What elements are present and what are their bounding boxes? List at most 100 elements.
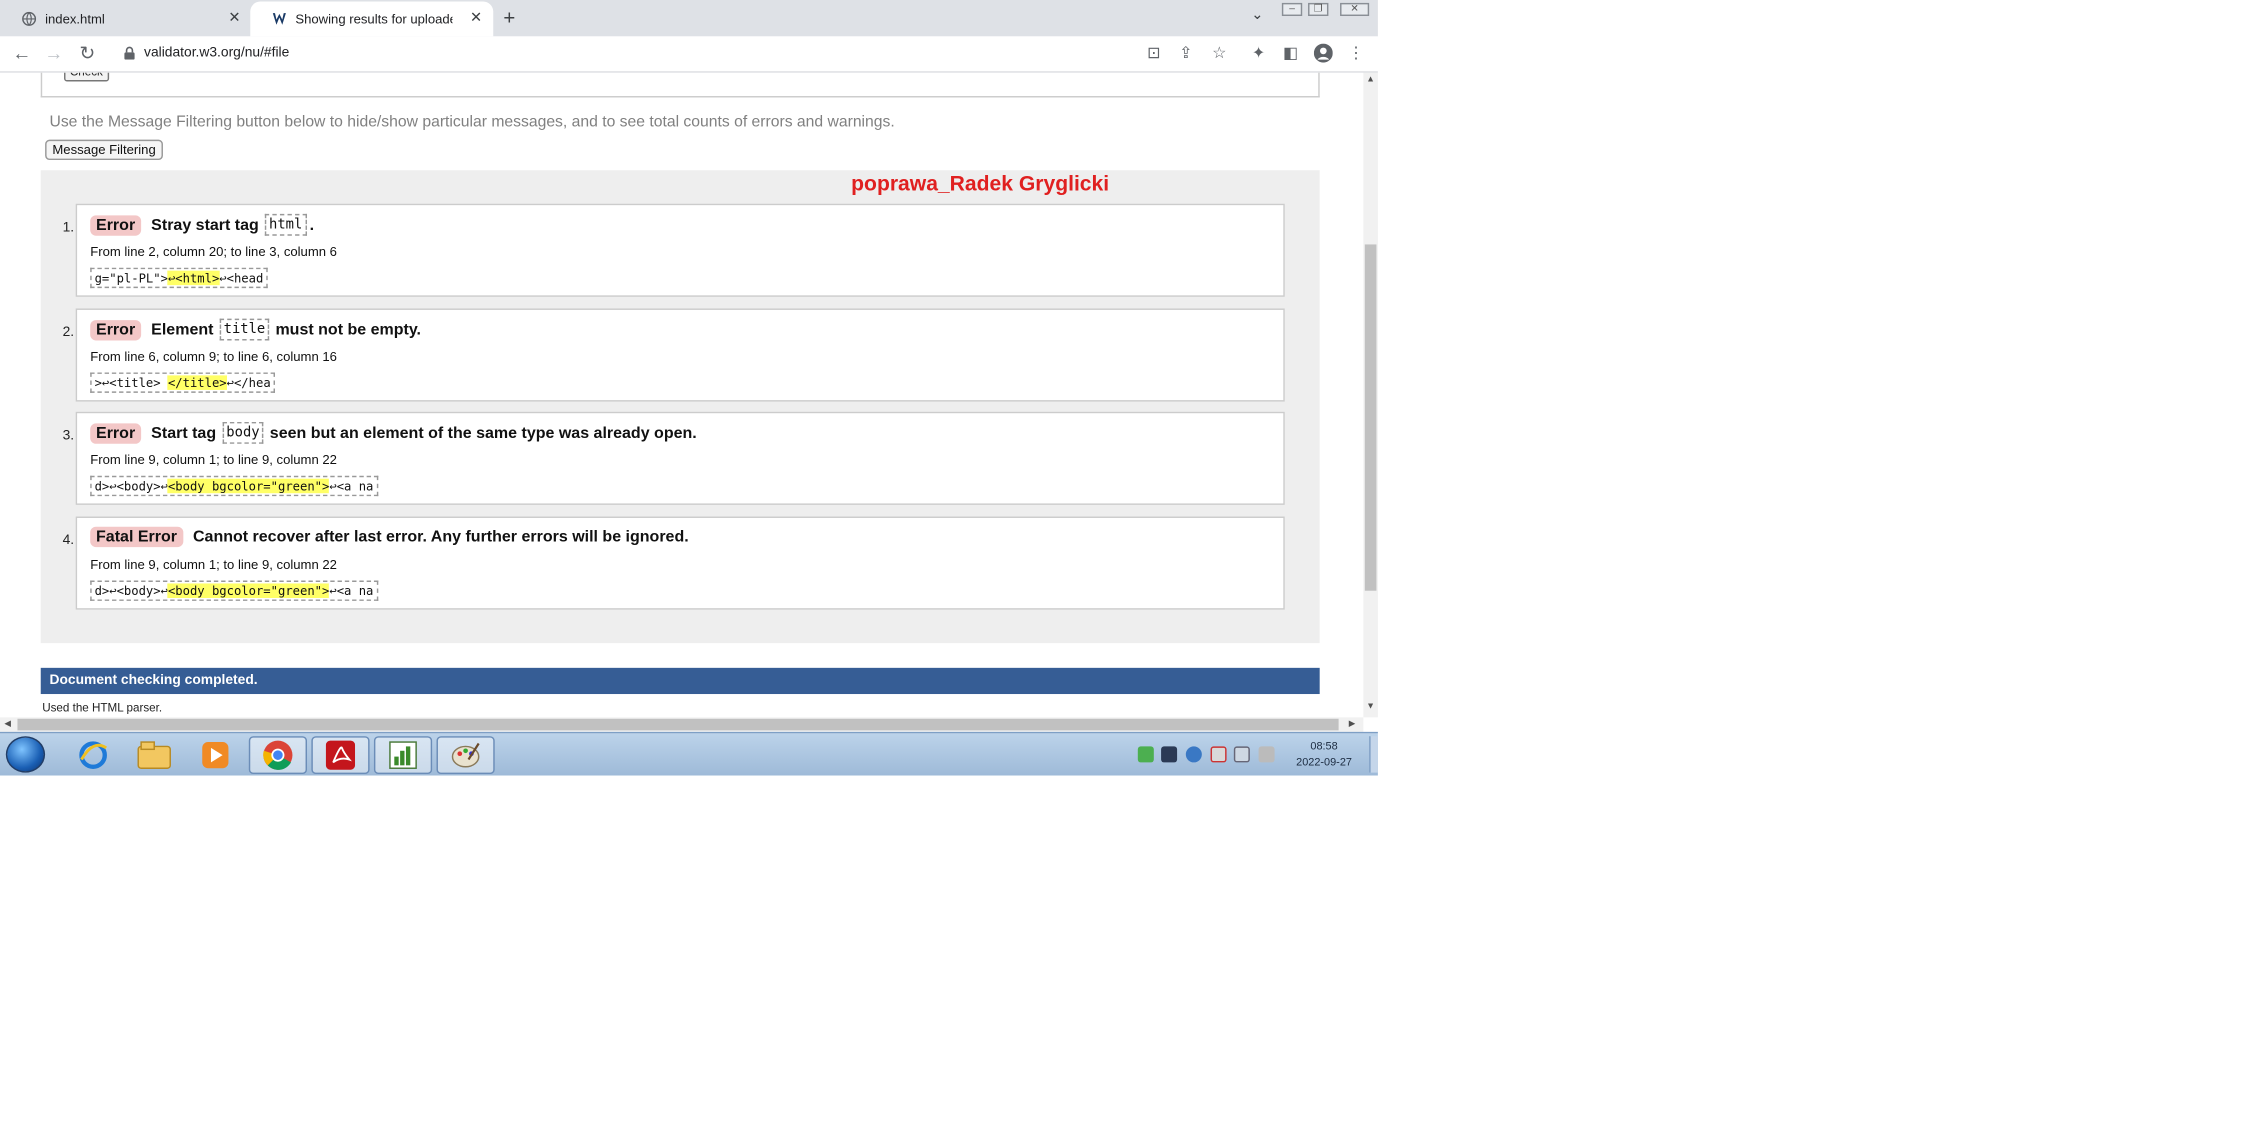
horizontal-scrollbar[interactable]: ◀ ▶ [0,717,1364,732]
message-code: html [264,213,307,236]
message-code: body [221,421,264,444]
close-window-icon[interactable]: ✕ [1340,2,1370,17]
chrome-icon[interactable] [248,736,308,775]
message-text-suffix: . [309,216,315,234]
error-badge: Error [90,422,141,444]
system-clock[interactable]: 08:58 2022-09-27 [1280,738,1367,770]
message-location: From line 2, column 20; to line 3, colum… [90,244,337,259]
browser-menu-icon[interactable]: ⋮ [1346,44,1366,64]
scroll-left-arrow-icon[interactable]: ◀ [4,719,11,729]
url-text: validator.w3.org/nu/#file [144,45,290,62]
file-explorer-icon[interactable] [125,736,183,774]
tab-index-html[interactable]: index.html ✕ [0,1,250,36]
scroll-right-arrow-icon[interactable]: ▶ [1349,719,1356,729]
forward-arrow-icon[interactable]: → [42,42,65,64]
media-player-icon[interactable] [186,736,244,774]
message-heading: Error Element title must not be empty. [90,318,421,341]
tab-close-icon[interactable]: ✕ [228,10,240,26]
checking-completed-banner: Document checking completed. [40,667,1320,695]
minimize-window-icon[interactable]: – [1281,2,1303,17]
globe-icon [22,11,37,26]
fatal-error-message: 4. Fatal Error Cannot recover after last… [63,516,1285,610]
clock-time: 08:58 [1310,739,1338,753]
highlighted-code: </title> [167,375,227,390]
chart-app-icon[interactable] [373,736,433,775]
security-tray-icon[interactable] [1137,746,1154,763]
source-extract: d>↩<body>↩<body bgcolor="green">↩<a na [90,475,378,497]
monitor-tray-icon[interactable] [1233,746,1250,763]
vertical-scrollbar[interactable]: ▲ ▼ [1363,72,1378,718]
lock-icon [124,46,135,60]
message-location: From line 9, column 1; to line 9, column… [90,557,337,572]
message-text-suffix: seen but an element of the same type was… [269,424,697,442]
tab-validator-results[interactable]: Showing results for uploaded file ✕ [250,1,494,37]
filter-hint: Use the Message Filtering button below t… [49,113,895,131]
file-upload-form: Check [40,72,1320,98]
horizontal-scroll-thumb[interactable] [17,718,1339,731]
scroll-down-arrow-icon[interactable]: ▼ [1366,703,1375,712]
back-arrow-icon[interactable]: ← [10,42,33,64]
source-extract: d>↩<body>↩<body bgcolor="green">↩<a na [90,580,378,601]
new-tab-button[interactable]: + [503,6,515,29]
acrobat-icon[interactable] [311,736,370,775]
message-filtering-button[interactable]: Message Filtering [45,139,164,161]
scroll-up-arrow-icon[interactable]: ▲ [1366,76,1375,85]
message-text: Stray start tag [151,216,259,234]
page-viewport: Check Use the Message Filtering button b… [0,72,1364,718]
source-extract: >↩<title> </title>↩</hea [90,372,276,393]
address-bar[interactable]: validator.w3.org/nu/#file [112,39,1244,68]
message-number: 4. [62,532,75,549]
parser-note: Used the HTML parser. [42,701,163,715]
flag-tray-icon[interactable] [1210,746,1227,763]
share-icon[interactable]: ⇪ [1176,44,1196,64]
profile-avatar-icon[interactable] [1312,43,1333,64]
vertical-scroll-thumb[interactable] [1364,244,1377,591]
tab-title: Showing results for uploaded file [295,11,452,27]
message-text: Cannot recover after last error. Any fur… [192,528,689,546]
error-badge: Error [90,319,141,340]
internet-explorer-icon[interactable] [64,736,122,774]
tab-search-chevron-icon[interactable]: ⌄ [1251,7,1263,23]
tab-close-icon[interactable]: ✕ [470,10,482,26]
fatal-error-badge: Fatal Error [90,526,183,548]
error-message: 2. Error Element title must not be empty… [63,308,1285,402]
error-message: 3. Error Start tag body seen but an elem… [63,411,1285,505]
signature-overlay: poprawa_Radek Gryglicki [851,173,1110,197]
message-heading: Error Start tag body seen but an element… [90,421,697,444]
volume-muted-tray-icon[interactable] [1258,746,1275,763]
windows-taskbar: 08:58 2022-09-27 [0,731,1378,776]
message-location: From line 6, column 9; to line 6, column… [90,349,337,364]
message-text-suffix: must not be empty. [275,320,421,339]
browser-toolbar: ← → ↻ validator.w3.org/nu/#file ⊡ ⇪ ☆ ✦ … [0,36,1378,73]
tab-strip: index.html ✕ Showing results for uploade… [0,0,1378,37]
error-message: 1. Error Stray start tag html . From lin… [63,203,1285,297]
extensions-puzzle-icon[interactable]: ✦ [1248,44,1268,64]
w3c-validator-icon [272,13,286,25]
start-button-icon[interactable] [5,736,46,773]
message-location: From line 9, column 1; to line 9, column… [90,452,337,468]
highlighted-code: <body bgcolor="green"> [167,478,330,494]
tab-title: index.html [45,11,105,27]
message-number: 1. [62,219,75,236]
side-panel-icon[interactable]: ◧ [1280,44,1300,64]
paint-app-icon[interactable] [436,736,495,775]
highlighted-code: <body bgcolor="green"> [167,583,330,599]
message-number: 3. [62,427,75,444]
bookmark-star-icon[interactable]: ☆ [1209,44,1229,64]
show-desktop-button[interactable] [1369,736,1378,773]
message-heading: Error Stray start tag html . [90,213,315,236]
source-extract: g="pl-PL">↩<html>↩<head [90,267,268,289]
restore-window-icon[interactable]: ❐ [1308,2,1329,17]
message-code: title [219,318,270,341]
translate-icon[interactable]: ⊡ [1144,44,1164,64]
message-text: Start tag [151,424,217,442]
message-number: 2. [62,324,75,341]
display-tray-icon[interactable] [1161,746,1178,763]
reload-icon[interactable]: ↻ [76,42,99,65]
check-button[interactable]: Check [64,72,109,82]
highlighted-code: ↩<html> [167,270,220,286]
error-badge: Error [90,214,141,235]
message-heading: Fatal Error Cannot recover after last er… [90,526,689,548]
clock-date: 2022-09-27 [1296,755,1352,769]
network-globe-tray-icon[interactable] [1185,746,1202,763]
